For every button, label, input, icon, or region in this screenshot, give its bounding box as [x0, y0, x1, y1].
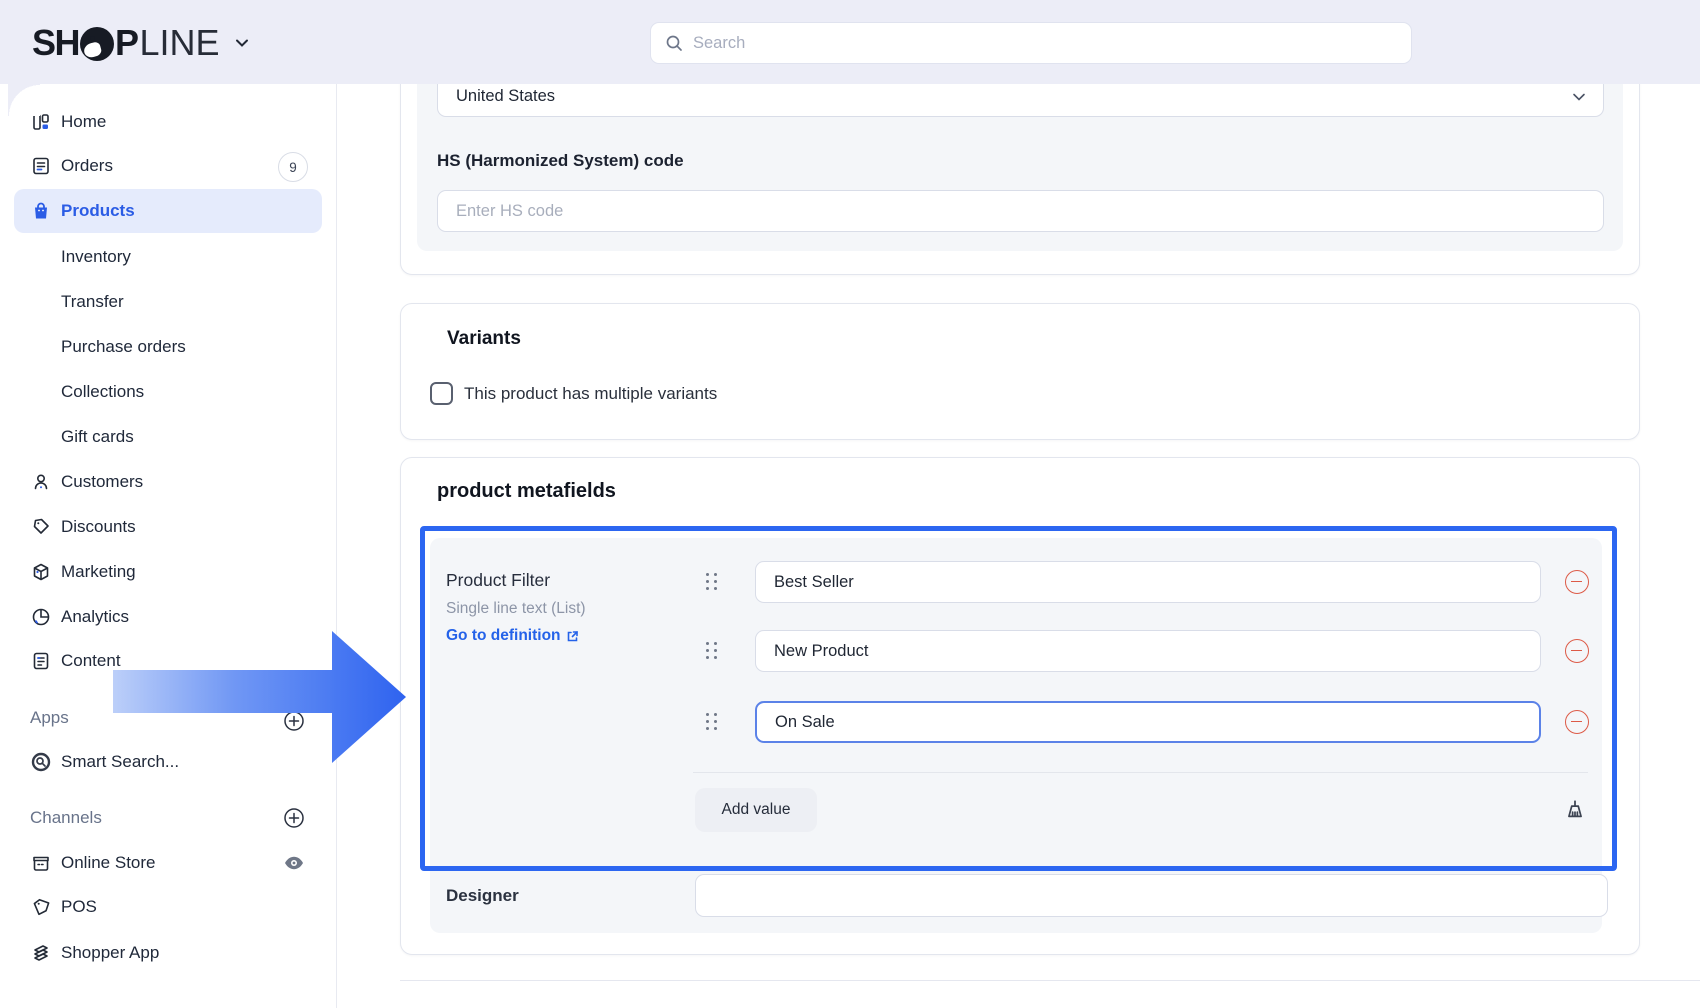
external-link-icon	[565, 629, 580, 644]
sidebar-item-label: Collections	[61, 382, 144, 402]
designer-input[interactable]	[695, 874, 1608, 917]
sidebar-item-pos[interactable]: POS	[0, 885, 336, 929]
sidebar-item-label: Transfer	[61, 292, 124, 312]
smart-search-icon	[30, 751, 52, 773]
sidebar-item-label: Orders	[61, 156, 113, 176]
variants-title: Variants	[447, 328, 521, 350]
sidebar-item-label: Customers	[61, 472, 143, 492]
shopline-logo[interactable]: SH P LINE	[32, 20, 252, 66]
online-store-visibility-button[interactable]	[282, 851, 306, 875]
sidebar-item-marketing[interactable]: Marketing	[0, 550, 336, 594]
discounts-icon	[30, 516, 52, 538]
add-channel-button[interactable]	[282, 806, 306, 830]
sidebar-item-collections[interactable]: Collections	[0, 370, 336, 414]
sidebar-item-label: Shopper App	[61, 943, 159, 963]
metafield-type: Single line text (List)	[446, 600, 586, 618]
apps-section-header: Apps	[30, 703, 69, 733]
sidebar-item-customers[interactable]: Customers	[0, 460, 336, 504]
shopper-app-icon	[30, 942, 52, 964]
metafields-divider	[693, 772, 1588, 773]
sidebar-item-label: POS	[61, 897, 97, 917]
hs-code-label: HS (Harmonized System) code	[437, 151, 684, 171]
remove-value-button-1[interactable]	[1565, 570, 1589, 594]
products-icon	[30, 200, 52, 222]
search-icon	[665, 34, 684, 53]
drag-handle[interactable]	[706, 713, 717, 730]
sidebar-item-label: Marketing	[61, 562, 136, 582]
search-placeholder: Search	[693, 34, 745, 53]
variants-checkbox-label: This product has multiple variants	[464, 384, 717, 404]
go-to-definition-label: Go to definition	[446, 627, 561, 645]
top-left-rounded-corner	[8, 84, 40, 116]
sidebar-item-label: Content	[61, 651, 121, 671]
store-switcher-chevron-icon[interactable]	[232, 33, 252, 53]
variants-card: Variants This product has multiple varia…	[400, 303, 1640, 440]
broom-icon	[1562, 798, 1588, 824]
app-window: United States HS (Harmonized System) cod…	[0, 0, 1700, 1008]
sidebar-item-transfer[interactable]: Transfer	[0, 280, 336, 324]
sidebar-item-label: Home	[61, 112, 106, 132]
designer-label: Designer	[446, 886, 519, 906]
logo-text: P	[115, 22, 138, 64]
logo-text: SH	[32, 22, 79, 64]
sidebar-item-inventory[interactable]: Inventory	[0, 235, 336, 279]
country-select-value: United States	[456, 87, 1571, 106]
clear-values-button[interactable]	[1562, 798, 1588, 824]
variants-checkbox[interactable]	[430, 382, 453, 405]
add-value-button[interactable]: Add value	[695, 788, 817, 832]
sidebar-item-label: Analytics	[61, 607, 129, 627]
online-store-icon	[30, 852, 52, 874]
sidebar-item-label: Gift cards	[61, 427, 134, 447]
sidebar-item-analytics[interactable]: Analytics	[0, 595, 336, 639]
shopline-mascot-icon	[80, 27, 114, 61]
content-icon	[30, 650, 52, 672]
pos-icon	[30, 896, 52, 918]
sidebar-item-discounts[interactable]: Discounts	[0, 505, 336, 549]
drag-handle[interactable]	[706, 642, 717, 659]
go-to-definition-link[interactable]: Go to definition	[446, 627, 580, 645]
sidebar-item-products[interactable]: Products	[14, 189, 322, 233]
sidebar-item-purchase-orders[interactable]: Purchase orders	[0, 325, 336, 369]
hs-code-input[interactable]	[437, 190, 1604, 232]
sidebar-item-label: Smart Search...	[61, 752, 179, 772]
metafield-value-input-2[interactable]	[755, 630, 1541, 672]
sidebar-item-gift-cards[interactable]: Gift cards	[0, 415, 336, 459]
metafield-name: Product Filter	[446, 570, 550, 591]
orders-count-badge: 9	[278, 152, 308, 182]
drag-handle[interactable]	[706, 573, 717, 590]
page-divider	[400, 980, 1700, 981]
annotation-arrow-tail	[113, 670, 334, 713]
orders-icon	[30, 155, 52, 177]
sidebar-item-label: Inventory	[61, 247, 131, 267]
logo-text: LINE	[140, 22, 220, 64]
global-search[interactable]: Search	[650, 22, 1412, 64]
sidebar-item-shopper-app[interactable]: Shopper App	[0, 931, 336, 975]
metafield-value-input-1[interactable]	[755, 561, 1541, 603]
sidebar-item-label: Online Store	[61, 853, 156, 873]
sidebar-item-label: Products	[61, 201, 135, 221]
plus-circle-icon	[282, 806, 306, 830]
analytics-icon	[30, 606, 52, 628]
sidebar-item-label: Purchase orders	[61, 337, 186, 357]
sidebar-item-home[interactable]: Home	[0, 100, 336, 144]
sidebar-item-smart-search[interactable]: Smart Search...	[0, 740, 336, 784]
remove-value-button-3[interactable]	[1565, 710, 1589, 734]
sidebar-item-label: Discounts	[61, 517, 136, 537]
metafields-title: product metafields	[437, 480, 616, 503]
customers-icon	[30, 471, 52, 493]
metafield-value-input-3[interactable]	[755, 701, 1541, 743]
marketing-icon	[30, 561, 52, 583]
eye-icon	[282, 851, 306, 875]
remove-value-button-2[interactable]	[1565, 639, 1589, 663]
chevron-down-icon	[1571, 89, 1587, 105]
channels-section-header: Channels	[30, 803, 102, 833]
